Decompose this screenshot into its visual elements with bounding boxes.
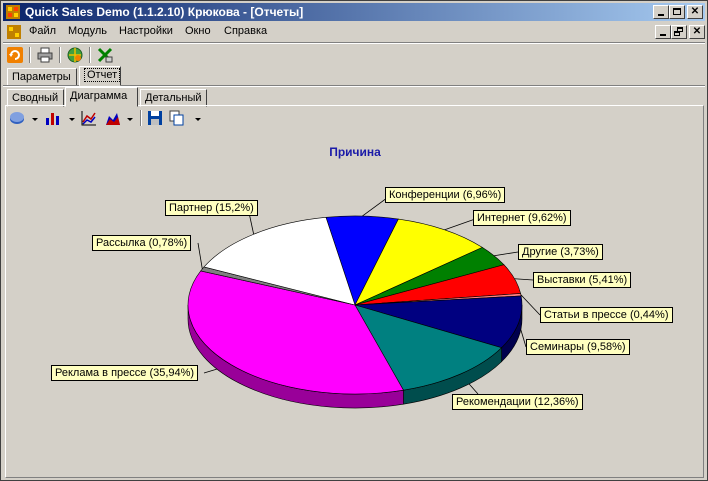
slice-leader-line — [197, 242, 203, 270]
slice-leader-line — [494, 251, 519, 257]
menu-window[interactable]: Окно — [185, 25, 211, 37]
mdi-close-button[interactable]: ✕ — [689, 25, 705, 39]
menu-bar: Файл Модуль Настройки Окно Справка ✕ — [3, 23, 705, 42]
toolbar-separator — [140, 110, 142, 126]
slice-label-seminars: Семинары (9,58%) — [526, 339, 630, 355]
menu-separator — [3, 42, 705, 44]
slice-label-other: Другие (3,73%) — [518, 244, 603, 260]
slice-label-recommendations: Рекомендации (12,36%) — [452, 394, 583, 410]
save-button[interactable] — [145, 108, 165, 128]
slice-label-partner: Партнер (15,2%) — [165, 200, 258, 216]
print-button[interactable] — [35, 45, 55, 65]
close-icon: ✕ — [692, 26, 702, 37]
area-chart-button[interactable] — [103, 108, 123, 128]
chart-style-button[interactable] — [7, 108, 27, 128]
maximize-icon — [673, 8, 681, 15]
title-bar[interactable]: Quick Sales Demo (1.1.2.10) Крюкова - [О… — [3, 3, 705, 21]
slice-label-exhibitions: Выставки (5,41%) — [533, 272, 632, 288]
tab-label: Отчет — [84, 68, 121, 82]
slice-label-internet: Интернет (9,62%) — [473, 210, 571, 226]
toolbar-separator — [59, 47, 61, 63]
connect-button[interactable] — [65, 45, 85, 65]
chart-style-icon — [10, 112, 24, 124]
menu-module[interactable]: Модуль — [68, 25, 107, 37]
mdi-minimize-button[interactable] — [655, 25, 671, 39]
minimize-button[interactable] — [653, 5, 669, 19]
tab-report[interactable]: Отчет — [79, 66, 121, 86]
close-icon: ✕ — [690, 6, 700, 17]
chevron-down-icon[interactable] — [69, 118, 75, 121]
slice-leader-line — [520, 294, 541, 316]
mdi-child-icon[interactable] — [7, 25, 21, 39]
save-icon — [148, 111, 162, 125]
tab-label: Детальный — [145, 92, 202, 104]
copy-button[interactable] — [167, 108, 187, 128]
maximize-button[interactable] — [669, 5, 685, 19]
export-excel-button[interactable] — [95, 45, 115, 65]
chevron-down-icon[interactable] — [127, 118, 133, 121]
line-chart-icon — [81, 111, 96, 126]
tab-diagram[interactable]: Диаграмма — [65, 87, 138, 107]
slice-label-conferences: Конференции (6,96%) — [385, 187, 506, 203]
bar-chart-icon — [46, 113, 59, 125]
refresh-icon — [7, 47, 23, 63]
mdi-restore-button[interactable] — [671, 25, 687, 39]
toolbar-separator — [89, 47, 91, 63]
tab-label: Диаграмма — [70, 90, 128, 102]
close-button[interactable]: ✕ — [687, 5, 703, 19]
chart-type-button[interactable] — [43, 108, 63, 128]
app-logo-icon — [6, 5, 20, 19]
tab-parameters[interactable]: Параметры — [7, 68, 77, 86]
pie-chart: Причина Конференции (6,96%) Интернет (9,… — [8, 129, 702, 477]
tab-label: Сводный — [12, 92, 59, 104]
slice-label-mailing: Рассылка (0,78%) — [92, 235, 192, 251]
tab-label: Параметры — [12, 71, 71, 83]
refresh-button[interactable] — [5, 45, 25, 65]
excel-icon — [97, 47, 113, 63]
window-title: Quick Sales Demo (1.1.2.10) Крюкова - [О… — [25, 5, 304, 19]
pie-chart-canvas — [187, 194, 541, 409]
menu-help[interactable]: Справка — [224, 25, 267, 37]
menu-settings[interactable]: Настройки — [119, 25, 173, 37]
slice-label-press-articles: Статьи в прессе (0,44%) — [540, 307, 673, 323]
slice-leader-line — [514, 278, 534, 281]
restore-icon-back — [674, 31, 680, 36]
slice-label-press-advertising: Реклама в прессе (35,94%) — [51, 365, 199, 381]
copy-icon — [169, 110, 184, 126]
area-chart-icon — [106, 113, 120, 125]
app-window: Quick Sales Demo (1.1.2.10) Крюкова - [О… — [0, 0, 708, 481]
menu-file[interactable]: Файл — [29, 25, 56, 37]
globe-icon — [67, 47, 83, 63]
chevron-down-icon[interactable] — [32, 118, 38, 121]
toolbar-separator — [29, 47, 31, 63]
line-chart-button[interactable] — [79, 108, 99, 128]
minimize-icon — [658, 14, 664, 16]
minimize-icon — [660, 34, 666, 36]
printer-icon — [37, 47, 53, 63]
chevron-down-icon[interactable] — [195, 118, 201, 121]
